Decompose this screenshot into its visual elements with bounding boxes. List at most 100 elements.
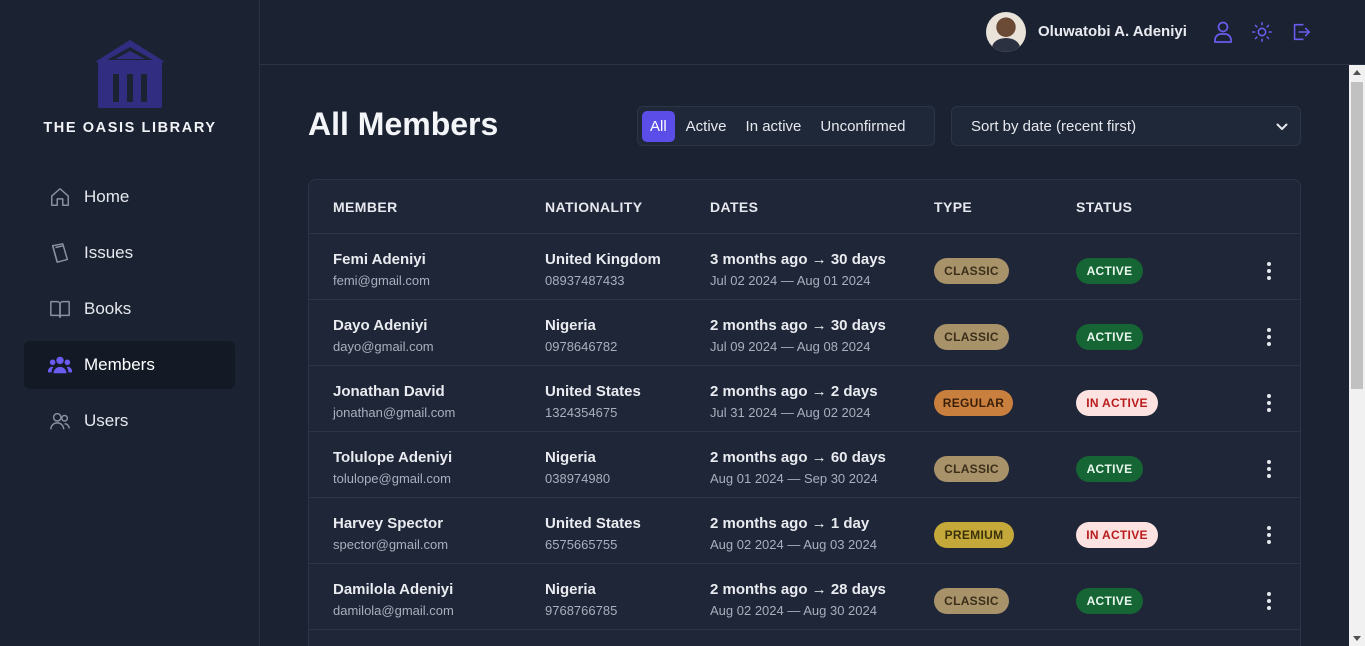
sidebar-item-label: Books [84, 299, 132, 318]
column-header-member[interactable]: MEMBER [333, 199, 398, 215]
row-actions-menu-icon[interactable] [1264, 460, 1274, 478]
user-name[interactable]: Oluwatobi A. Adeniyi [1038, 23, 1187, 40]
member-cell: Damilola Adeniyi damilola@gmail.com [333, 581, 454, 619]
member-cell: Jonathan David jonathan@gmail.com [333, 383, 455, 421]
library-building-icon [95, 40, 165, 108]
sidebar-item-books[interactable]: Books [24, 285, 235, 333]
logo-text: THE OASIS LIBRARY [43, 120, 217, 136]
dates-cell: 2 months ago → 60 days Aug 01 2024 — Sep … [710, 449, 886, 487]
table-row[interactable]: Tolulope Adeniyi tolulope@gmail.com Nigeri… [309, 432, 1300, 498]
row-actions-menu-icon[interactable] [1264, 328, 1274, 346]
member-country: United States [545, 383, 641, 400]
member-phone: 6575665755 [545, 537, 618, 552]
table-row[interactable]: Harvey Spector spector@gmail.com United St… [309, 498, 1300, 564]
type-badge: CLASSIC [934, 588, 1009, 614]
sidebar-nav: Home Issues Books Members Users [24, 173, 235, 453]
sidebar-item-label: Members [84, 355, 155, 374]
filter-all[interactable]: All [642, 110, 675, 142]
member-name[interactable]: Dayo Adeniyi [333, 317, 434, 335]
membership-duration: 3 months ago → 30 days [710, 251, 886, 268]
membership-date-range: Aug 02 2024 — Aug 30 2024 [710, 603, 877, 618]
sort-selected-value: Sort by date (recent first) [971, 117, 1137, 135]
table-row[interactable]: Jonathan David jonathan@gmail.com United S… [309, 366, 1300, 432]
column-header-nationality[interactable]: NATIONALITY [545, 199, 642, 215]
logout-icon[interactable] [1289, 20, 1313, 44]
nationality-cell: Nigeria 9768766785 [545, 581, 617, 619]
scroll-up-arrow-icon[interactable] [1353, 70, 1361, 75]
membership-duration: 2 months ago → 60 days [710, 449, 886, 466]
member-phone: 08937487433 [545, 273, 625, 288]
member-email: femi@gmail.com [333, 273, 430, 288]
column-header-type[interactable]: TYPE [934, 199, 972, 215]
scrollbar-thumb[interactable] [1351, 82, 1363, 389]
membership-duration: 2 months ago → 1 day [710, 515, 870, 532]
member-email: damilola@gmail.com [333, 603, 454, 618]
type-badge: CLASSIC [934, 324, 1009, 350]
row-actions-menu-icon[interactable] [1264, 526, 1274, 544]
dates-cell: 2 months ago → 1 day Aug 02 2024 — Aug 03… [710, 515, 877, 553]
membership-duration: 2 months ago → 30 days [710, 317, 886, 334]
membership-duration: 2 months ago → 28 days [710, 581, 886, 598]
column-header-status[interactable]: STATUS [1076, 199, 1132, 215]
sidebar-item-issues[interactable]: Issues [24, 229, 235, 277]
member-phone: 0978646782 [545, 339, 618, 354]
table-row[interactable]: Femi Adeniyi femi@gmail.com United Kingdom… [309, 234, 1300, 300]
sidebar: THE OASIS LIBRARY Home Issues Books Memb… [0, 0, 260, 646]
member-cell: Tolulope Adeniyi tolulope@gmail.com [333, 449, 452, 487]
chevron-down-icon [1276, 118, 1288, 135]
sun-icon[interactable] [1250, 20, 1274, 44]
member-name[interactable]: Damilola Adeniyi [333, 581, 454, 599]
sort-select[interactable]: Sort by date (recent first) [951, 106, 1301, 146]
member-country: Nigeria [545, 317, 596, 334]
group-icon [48, 353, 72, 377]
member-cell: Femi Adeniyi femi@gmail.com [333, 251, 430, 289]
row-actions-menu-icon[interactable] [1264, 592, 1274, 610]
filter-active[interactable]: Active [678, 111, 735, 142]
column-header-dates[interactable]: DATES [710, 199, 758, 215]
member-email: tolulope@gmail.com [333, 471, 451, 486]
status-badge: IN ACTIVE [1076, 522, 1158, 548]
scroll-down-arrow-icon[interactable] [1353, 636, 1361, 641]
filter-unconfirmed[interactable]: Unconfirmed [812, 111, 913, 142]
dates-cell: 2 months ago → 28 days Aug 02 2024 — Aug … [710, 581, 886, 619]
member-phone: 038974980 [545, 471, 611, 486]
filter-inactive[interactable]: In active [738, 111, 810, 142]
member-name[interactable]: Femi Adeniyi [333, 251, 430, 269]
nationality-cell: Nigeria 038974980 [545, 449, 610, 487]
avatar[interactable] [986, 12, 1026, 52]
row-actions-menu-icon[interactable] [1264, 262, 1274, 280]
membership-date-range: Jul 31 2024 — Aug 02 2024 [710, 405, 871, 420]
member-name[interactable]: Jonathan David [333, 383, 455, 401]
table-row[interactable]: Damilola Adeniyi damilola@gmail.com Nigeri… [309, 564, 1300, 630]
users-icon [48, 409, 72, 433]
status-badge: ACTIVE [1076, 588, 1143, 614]
row-actions-menu-icon[interactable] [1264, 394, 1274, 412]
status-filter-group: All Active In active Unconfirmed [637, 106, 935, 146]
member-cell: Dayo Adeniyi dayo@gmail.com [333, 317, 434, 355]
sidebar-item-users[interactable]: Users [24, 397, 235, 445]
membership-duration: 2 months ago → 2 days [710, 383, 878, 400]
sidebar-item-label: Users [84, 411, 129, 430]
table-header: MEMBER NATIONALITY DATES TYPE STATUS [309, 180, 1300, 234]
member-email: dayo@gmail.com [333, 339, 434, 354]
page-scrollbar[interactable] [1349, 65, 1365, 646]
members-table: MEMBER NATIONALITY DATES TYPE STATUS Fem… [308, 179, 1301, 646]
table-body: Femi Adeniyi femi@gmail.com United Kingdom… [309, 234, 1300, 630]
dates-cell: 3 months ago → 30 days Jul 02 2024 — Aug … [710, 251, 886, 289]
nationality-cell: United States 6575665755 [545, 515, 641, 553]
user-icon[interactable] [1211, 20, 1235, 44]
library-logo[interactable]: THE OASIS LIBRARY [0, 38, 260, 136]
member-name[interactable]: Harvey Spector [333, 515, 448, 533]
book-stack-icon [48, 241, 72, 265]
sidebar-item-label: Issues [84, 243, 134, 262]
member-email: spector@gmail.com [333, 537, 449, 552]
table-row[interactable]: Dayo Adeniyi dayo@gmail.com Nigeria 0978646… [309, 300, 1300, 366]
member-name[interactable]: Tolulope Adeniyi [333, 449, 452, 467]
dates-cell: 2 months ago → 2 days Jul 31 2024 — Aug 0… [710, 383, 878, 421]
member-country: United States [545, 515, 641, 532]
member-country: Nigeria [545, 581, 596, 598]
type-badge: CLASSIC [934, 258, 1009, 284]
sidebar-item-members[interactable]: Members [24, 341, 235, 389]
open-book-icon [48, 297, 72, 321]
sidebar-item-home[interactable]: Home [24, 173, 235, 221]
